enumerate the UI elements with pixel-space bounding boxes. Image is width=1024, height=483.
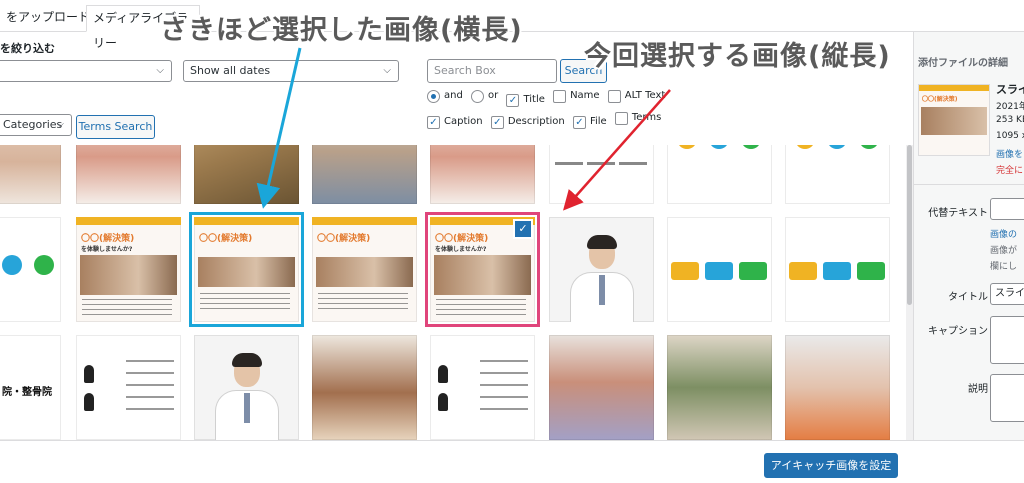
scrollbar-thumb[interactable] <box>907 145 912 305</box>
chevron-down-icon: ⌵ <box>156 65 164 76</box>
chevron-down-icon: ⌵ <box>383 65 391 76</box>
media-thumbnail[interactable] <box>76 335 181 440</box>
checkbox-checked-icon: ✓ <box>572 115 586 129</box>
caption-label: キャプション <box>928 326 988 337</box>
poster-headline: 〇〇(解決策) <box>317 234 371 244</box>
media-grid: 〇〇(解決策) を体験しませんか? 〇〇(解決策) 〇〇(解決策) ✓ 〇〇(解… <box>0 145 906 440</box>
checkbox-checked-icon: ✓ <box>490 115 504 129</box>
category-select[interactable]: Categories ⌵ <box>0 114 72 136</box>
title-field[interactable]: スライ <box>990 283 1024 305</box>
option-or[interactable]: or <box>471 89 498 103</box>
media-thumbnail[interactable] <box>785 145 890 204</box>
media-thumbnail[interactable] <box>667 217 772 322</box>
description-field[interactable] <box>990 374 1024 422</box>
checkmark-icon[interactable]: ✓ <box>513 219 533 239</box>
option-terms[interactable]: Terms <box>614 111 661 125</box>
annotation-current-selection: 今回選択する画像(縦長) <box>584 41 891 72</box>
search-input[interactable]: Search Box <box>427 59 557 83</box>
filter-label: を絞り込む <box>0 42 55 55</box>
description-label: 説明 <box>968 384 988 395</box>
divider <box>914 184 1024 185</box>
media-thumbnail[interactable] <box>430 145 535 204</box>
media-thumbnail[interactable] <box>667 145 772 204</box>
chevron-down-icon: ⌵ <box>56 119 64 130</box>
category-value: Categories <box>3 118 63 131</box>
media-thumbnail[interactable]: 〇〇(解決策) を体験しませんか? <box>76 217 181 322</box>
radio-icon <box>427 89 440 103</box>
grid-scrollbar[interactable] <box>906 145 913 440</box>
option-title[interactable]: ✓ Title <box>506 93 545 107</box>
media-thumbnail-previous-selection[interactable]: 〇〇(解決策) <box>189 212 304 327</box>
date-filter-value: Show all dates <box>190 64 271 77</box>
attachment-filesize: 253 KB <box>996 115 1024 125</box>
media-thumbnail-selected[interactable]: ✓ 〇〇(解決策) を体験しませんか? <box>425 212 540 327</box>
attachment-preview: 〇〇(解決策) <box>918 84 990 156</box>
attachment-date: 2021年 <box>996 102 1024 112</box>
media-thumbnail[interactable] <box>312 335 417 440</box>
search-options-row-1: and or ✓ Title Name ALT Text <box>427 89 670 107</box>
annotation-previous-selection: さきほど選択した画像(横長) <box>160 15 523 46</box>
poster-headline: 〇〇(解決策) <box>199 234 253 244</box>
title-label: タイトル <box>948 292 988 303</box>
delete-permanently-link[interactable]: 完全に <box>996 163 1023 176</box>
terms-search-button[interactable]: Terms Search <box>76 115 155 139</box>
media-thumbnail[interactable] <box>312 145 417 204</box>
media-thumbnail[interactable] <box>549 145 654 204</box>
date-filter-select[interactable]: Show all dates ⌵ <box>183 60 399 82</box>
media-thumbnail[interactable]: 院・整骨院 <box>0 335 61 440</box>
alt-text-hint: 画像が <box>990 246 1018 256</box>
set-featured-image-button[interactable]: アイキャッチ画像を設定 <box>764 453 898 478</box>
tab-upload[interactable]: をアップロード <box>0 5 96 32</box>
attachment-title: スライ <box>996 83 1024 96</box>
checkbox-checked-icon: ✓ <box>506 93 520 107</box>
alt-text-help-link[interactable]: 画像の <box>990 227 1017 240</box>
media-thumbnail[interactable] <box>549 217 654 322</box>
caption-field[interactable] <box>990 316 1024 364</box>
edit-image-link[interactable]: 画像を <box>996 147 1023 160</box>
option-description[interactable]: ✓ Description <box>490 115 565 129</box>
checkbox-icon <box>553 89 567 103</box>
search-options-row-2: ✓ Caption ✓ Description ✓ File Terms <box>427 111 666 129</box>
media-modal-footer: アイキャッチ画像を設定 <box>0 440 1024 483</box>
radio-icon <box>471 89 485 103</box>
media-thumbnail[interactable] <box>785 217 890 322</box>
checkbox-icon <box>614 111 628 125</box>
media-thumbnail[interactable] <box>0 217 61 322</box>
option-and[interactable]: and <box>427 89 463 103</box>
media-thumbnail[interactable] <box>549 335 654 440</box>
alt-text-label: 代替テキスト <box>928 208 988 219</box>
alt-text-field[interactable] <box>990 198 1024 220</box>
media-thumbnail[interactable] <box>194 145 299 204</box>
media-type-select[interactable]: ⌵ <box>0 60 172 82</box>
media-thumbnail[interactable] <box>785 335 890 440</box>
option-file[interactable]: ✓ File <box>572 115 607 129</box>
option-caption[interactable]: ✓ Caption <box>427 115 483 129</box>
checkbox-icon <box>607 89 621 103</box>
poster-subtext: を体験しませんか? <box>435 246 487 253</box>
option-name[interactable]: Name <box>553 89 600 103</box>
checkbox-checked-icon: ✓ <box>427 115 440 129</box>
media-thumbnail[interactable] <box>667 335 772 440</box>
alt-text-hint-2: 欄にし <box>990 262 1018 272</box>
media-thumbnail[interactable] <box>0 145 61 204</box>
media-thumbnail[interactable] <box>76 145 181 204</box>
media-thumbnail[interactable]: 〇〇(解決策) <box>312 217 417 322</box>
attachment-details-header: 添付ファイルの詳細 <box>918 58 1008 69</box>
poster-headline: 〇〇(解決策) <box>81 234 135 244</box>
poster-subtext: を体験しませんか? <box>81 246 133 253</box>
media-thumbnail[interactable] <box>194 335 299 440</box>
poster-headline: 〇〇(解決策) <box>435 234 489 244</box>
attachment-details-panel: 添付ファイルの詳細 〇〇(解決策) スライ 2021年 253 KB 1095 … <box>913 32 1024 440</box>
clinic-text: 院・整骨院 <box>2 387 52 398</box>
attachment-dimensions: 1095 x <box>996 131 1024 141</box>
media-thumbnail[interactable] <box>430 335 535 440</box>
option-alt-text[interactable]: ALT Text <box>607 89 665 103</box>
